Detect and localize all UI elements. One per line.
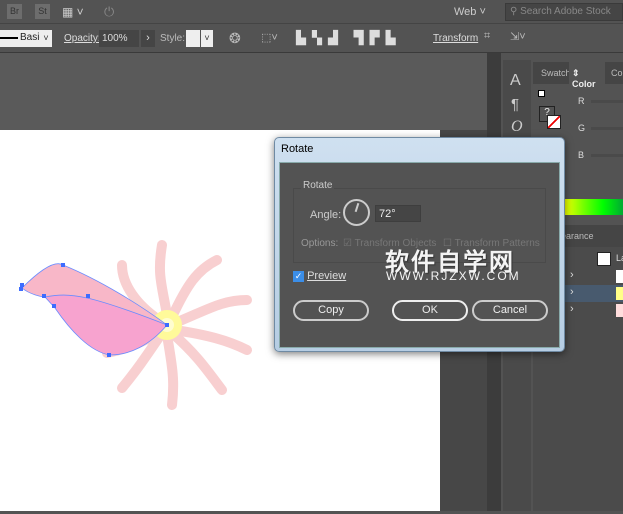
workspace-label: Web (454, 6, 477, 18)
layer-name[interactable]: La (616, 253, 623, 263)
default-colors-icon[interactable] (538, 90, 545, 97)
dialog-body: Rotate Angle: 72° Options: ☑ Transform O… (279, 162, 560, 348)
stroke-profile-select[interactable]: Basic (0, 30, 44, 47)
group-label: Rotate (301, 180, 335, 191)
ok-button[interactable]: OK (392, 300, 468, 321)
opentype-panel-icon[interactable]: O (511, 118, 523, 136)
angle-label: Angle: (310, 209, 342, 221)
chevron-down-icon[interactable]: ˅ (40, 30, 52, 47)
layer-thumbnail (597, 252, 611, 266)
recolor-icon[interactable]: ❂ (229, 30, 241, 47)
chevron-right-icon[interactable]: › (570, 269, 574, 281)
opacity-label[interactable]: Opacity: (64, 33, 101, 44)
align-buttons[interactable]: ▙▚▟ ▜▛▙ (296, 30, 402, 46)
search-placeholder: Search Adobe Stock (520, 6, 611, 17)
preview-checkbox[interactable]: ✓ Preview (293, 270, 346, 282)
style-dropdown[interactable]: ˅ (201, 30, 213, 47)
opacity-input[interactable]: 100% (99, 30, 139, 47)
stroke-none-swatch[interactable] (547, 115, 561, 129)
tab-swatches[interactable]: Swatch (541, 68, 571, 78)
select-similar-icon[interactable]: ⇲˅ (510, 30, 526, 43)
style-swatch[interactable] (186, 30, 200, 47)
r-slider[interactable] (591, 100, 623, 103)
chevron-right-icon[interactable]: › (570, 286, 574, 298)
paragraph-panel-icon[interactable]: ¶ (511, 96, 519, 113)
menu-bar: Br St ▦ ˅ ⏻ Web ˅ ⚲ Search Adobe Stock (0, 0, 623, 24)
b-label: B (578, 150, 585, 160)
opacity-arrow-button[interactable]: › (141, 30, 155, 47)
stock-button[interactable]: St (35, 4, 50, 19)
arrange-documents-icon[interactable]: ▦ ˅ (62, 5, 84, 19)
isolate-icon[interactable]: ⌗ (484, 30, 490, 43)
angle-dial[interactable] (343, 199, 370, 226)
dialog-title: Rotate (281, 143, 314, 155)
color-spectrum[interactable] (563, 199, 623, 215)
r-label: R (578, 96, 585, 106)
control-bar: Basic ˅ Opacity: 100% › Style: ˅ ❂ ⬚˅ ▙▚… (0, 25, 623, 53)
angle-input[interactable]: 72° (375, 205, 421, 222)
sublayer-thumbnail (616, 304, 623, 317)
g-slider[interactable] (591, 127, 623, 130)
align-to-icon[interactable]: ⬚˅ (261, 31, 278, 44)
tab-more[interactable]: Co (611, 68, 623, 78)
options-label: Options: (301, 238, 339, 249)
gpu-performance-icon[interactable]: ⏻ (104, 4, 114, 20)
transform-link[interactable]: Transform (433, 33, 478, 44)
sublayer-thumbnail (616, 287, 623, 300)
stroke-line (0, 37, 18, 39)
copy-button[interactable]: Copy (293, 300, 369, 321)
tab-color[interactable]: ⇕ Color (569, 62, 605, 89)
preview-label: Preview (307, 270, 347, 282)
sublayer-thumbnail (616, 270, 623, 283)
style-label: Style: (160, 33, 186, 44)
rotate-dialog: Rotate Rotate Angle: 72° Options: ☑ Tran… (274, 137, 565, 352)
b-slider[interactable] (591, 154, 623, 157)
workspace-switcher[interactable]: Web ˅ (454, 6, 486, 18)
bridge-button[interactable]: Br (7, 4, 22, 19)
chevron-right-icon[interactable]: › (570, 303, 574, 315)
search-icon: ⚲ (510, 6, 518, 17)
watermark-url: WWW.RJZXW.COM (386, 269, 521, 283)
cancel-button[interactable]: Cancel (472, 300, 548, 321)
search-stock-input[interactable]: ⚲ Search Adobe Stock (505, 3, 623, 21)
g-label: G (578, 123, 586, 133)
panel-tabs: Swatch ⇕ Color Co (533, 62, 623, 89)
tab-color-label: Color (572, 79, 596, 89)
checkmark-icon: ✓ (293, 271, 304, 282)
character-panel-icon[interactable]: A (510, 72, 521, 90)
